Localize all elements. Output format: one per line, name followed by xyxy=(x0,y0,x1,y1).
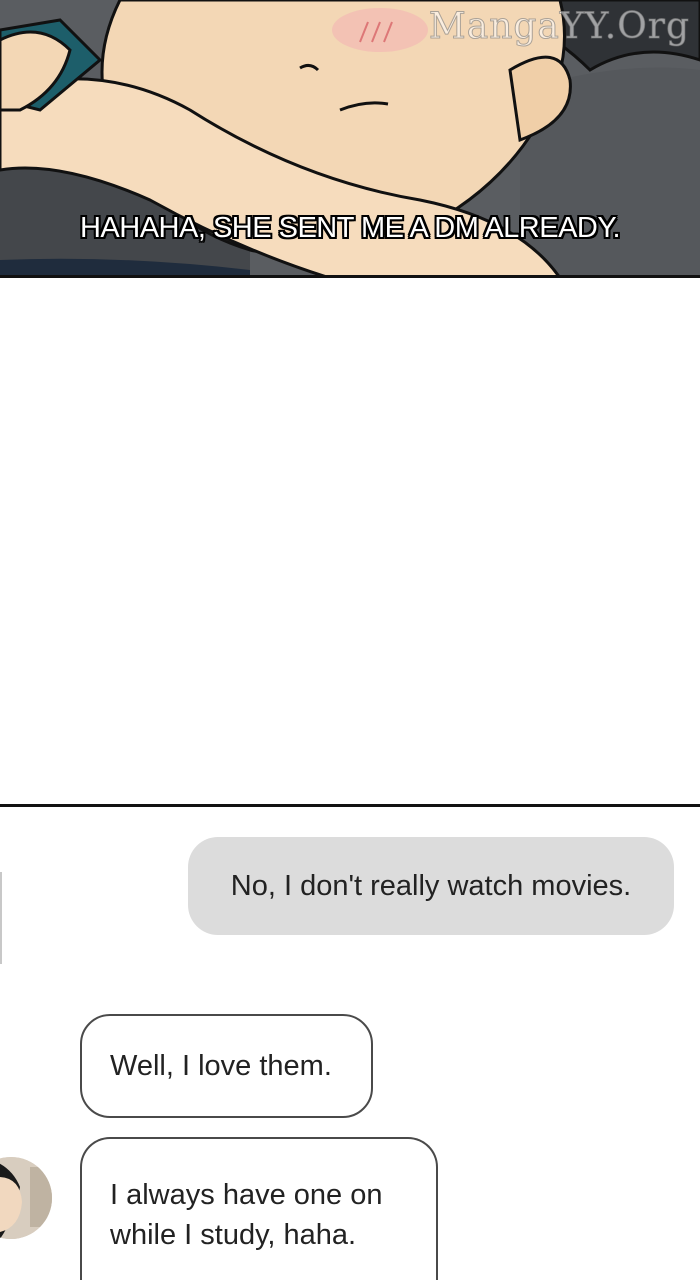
chat-panel: No, I don't really watch movies. Well, I… xyxy=(0,807,700,1280)
panel-caption: HAHAHA, SHE SENT ME A DM ALREADY. xyxy=(79,212,621,244)
avatar xyxy=(0,1157,52,1239)
watermark: MangaYY.Org xyxy=(428,6,690,48)
sent-message-bubble: No, I don't really watch movies. xyxy=(188,837,674,935)
received-message-bubble: I always have one on while I study, haha… xyxy=(80,1137,438,1280)
avatar-illustration xyxy=(0,1157,52,1239)
sent-message-text: No, I don't really watch movies. xyxy=(230,870,632,902)
received-message-text: Well, I love them. xyxy=(110,1050,332,1082)
received-message-text: I always have one on while I study, haha… xyxy=(110,1179,383,1251)
received-message-bubble: Well, I love them. xyxy=(80,1014,373,1118)
comic-panel-top: MangaYY.Org HAHAHA, SHE SENT ME A DM ALR… xyxy=(0,0,700,278)
